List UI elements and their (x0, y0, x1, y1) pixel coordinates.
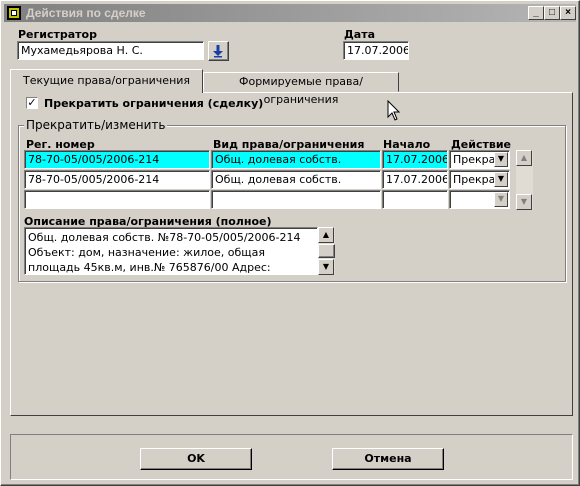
app-icon (6, 5, 22, 21)
window-title: Действия по сделке (26, 6, 146, 20)
date-field[interactable]: 17.07.2006 (343, 41, 409, 60)
button-panel (10, 434, 573, 480)
row3-right-kind[interactable] (211, 190, 381, 209)
maximize-button[interactable]: □ (544, 6, 560, 20)
terminate-checkbox-label[interactable]: Прекратить ограничения (сделку) (44, 97, 263, 110)
grid-scroll-down-button[interactable]: ▼ (516, 194, 532, 210)
description-scroll-down-button[interactable]: ▼ (318, 259, 334, 275)
terminate-checkbox[interactable]: ✓ (26, 97, 38, 109)
row1-reg-number[interactable]: 78-70-05/005/2006-214 (24, 150, 210, 169)
close-button[interactable]: × (560, 6, 576, 20)
mouse-cursor-icon (387, 100, 401, 121)
date-label: Дата (344, 28, 376, 41)
minimize-button[interactable]: _ (528, 6, 544, 20)
row2-right-kind[interactable]: Общ. долевая собств. (211, 170, 381, 189)
description-scroll-up-button[interactable]: ▲ (318, 227, 334, 243)
ok-button[interactable]: OK (140, 448, 252, 470)
registrar-lookup-button[interactable] (208, 41, 229, 61)
group-title: Прекратить/изменить (24, 118, 168, 132)
registrar-label: Регистратор (18, 28, 97, 41)
tab-formed-rights[interactable]: Формируемые права/ограничения (203, 72, 399, 106)
grid-scroll-up-button[interactable]: ▲ (516, 150, 532, 166)
row3-action-dropdown-button[interactable]: ▼ (494, 192, 508, 207)
dialog-window: Действия по сделке _ □ × Регистратор Мух… (0, 0, 580, 486)
row2-action-dropdown-button[interactable]: ▼ (494, 172, 508, 187)
row1-action-dropdown-button[interactable]: ▼ (494, 152, 508, 167)
registrar-field[interactable]: Мухамедьярова Н. С. (17, 41, 204, 60)
row3-start-date[interactable] (382, 190, 448, 209)
cancel-button[interactable]: Отмена (332, 448, 444, 470)
tab-current-rights[interactable]: Текущие права/ограничения (10, 69, 203, 93)
arrow-down-icon (213, 45, 223, 58)
row1-start-date[interactable]: 17.07.2006 (382, 150, 448, 169)
title-bar[interactable]: Действия по сделке _ □ × (4, 4, 576, 22)
description-scroll-thumb[interactable] (318, 244, 335, 258)
row3-reg-number[interactable] (24, 190, 210, 209)
row1-right-kind[interactable]: Общ. долевая собств. (211, 150, 381, 169)
row2-start-date[interactable]: 17.07.2006 (382, 170, 448, 189)
row2-reg-number[interactable]: 78-70-05/005/2006-214 (24, 170, 210, 189)
description-memo[interactable]: Общ. долевая собств. №78-70-05/005/2006-… (24, 227, 318, 275)
